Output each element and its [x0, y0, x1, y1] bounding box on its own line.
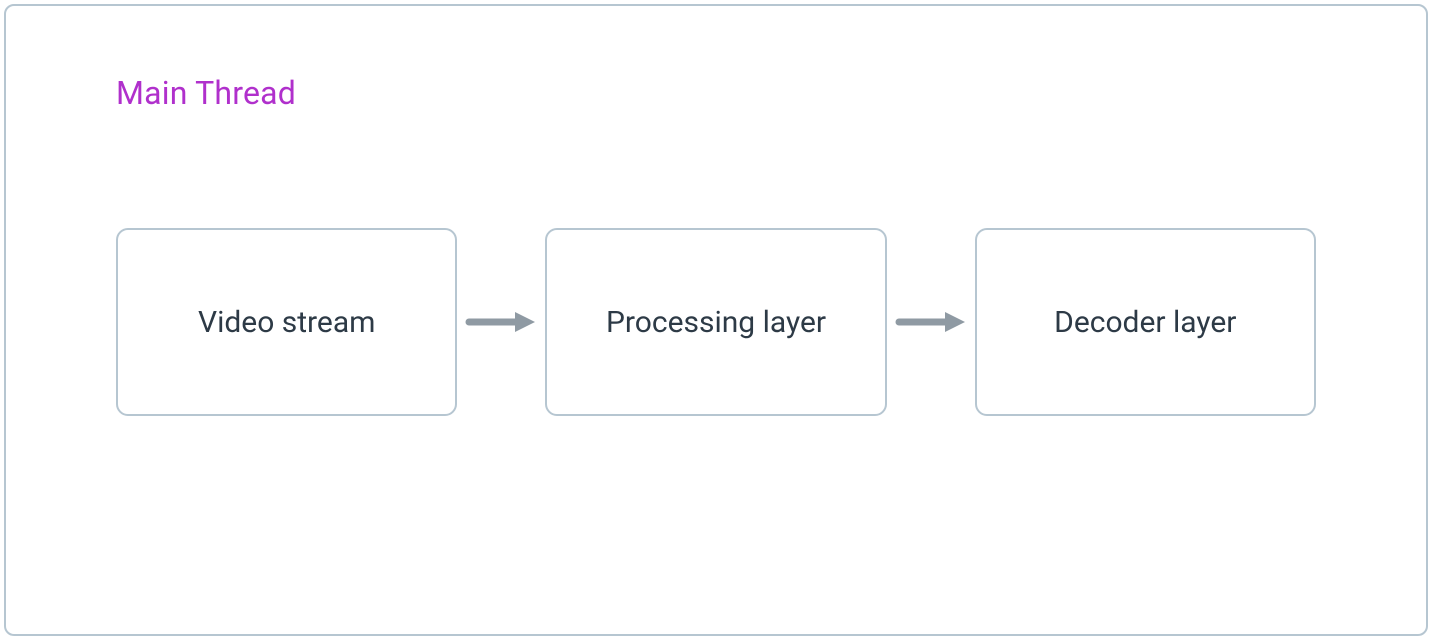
node-label: Processing layer: [606, 305, 826, 340]
node-label: Video stream: [198, 305, 376, 340]
flow-row: Video stream Processing layer Decoder la…: [116, 228, 1316, 416]
diagram-frame: Main Thread Video stream Processing laye…: [4, 4, 1428, 636]
diagram-title: Main Thread: [116, 74, 296, 112]
node-label: Decoder layer: [1054, 305, 1236, 340]
arrow-right-icon: [465, 308, 537, 336]
node-video-stream: Video stream: [116, 228, 457, 416]
node-decoder-layer: Decoder layer: [975, 228, 1316, 416]
arrow-right-icon: [895, 308, 967, 336]
arrow-1: [457, 308, 545, 336]
arrow-2: [887, 308, 975, 336]
node-processing-layer: Processing layer: [545, 228, 886, 416]
